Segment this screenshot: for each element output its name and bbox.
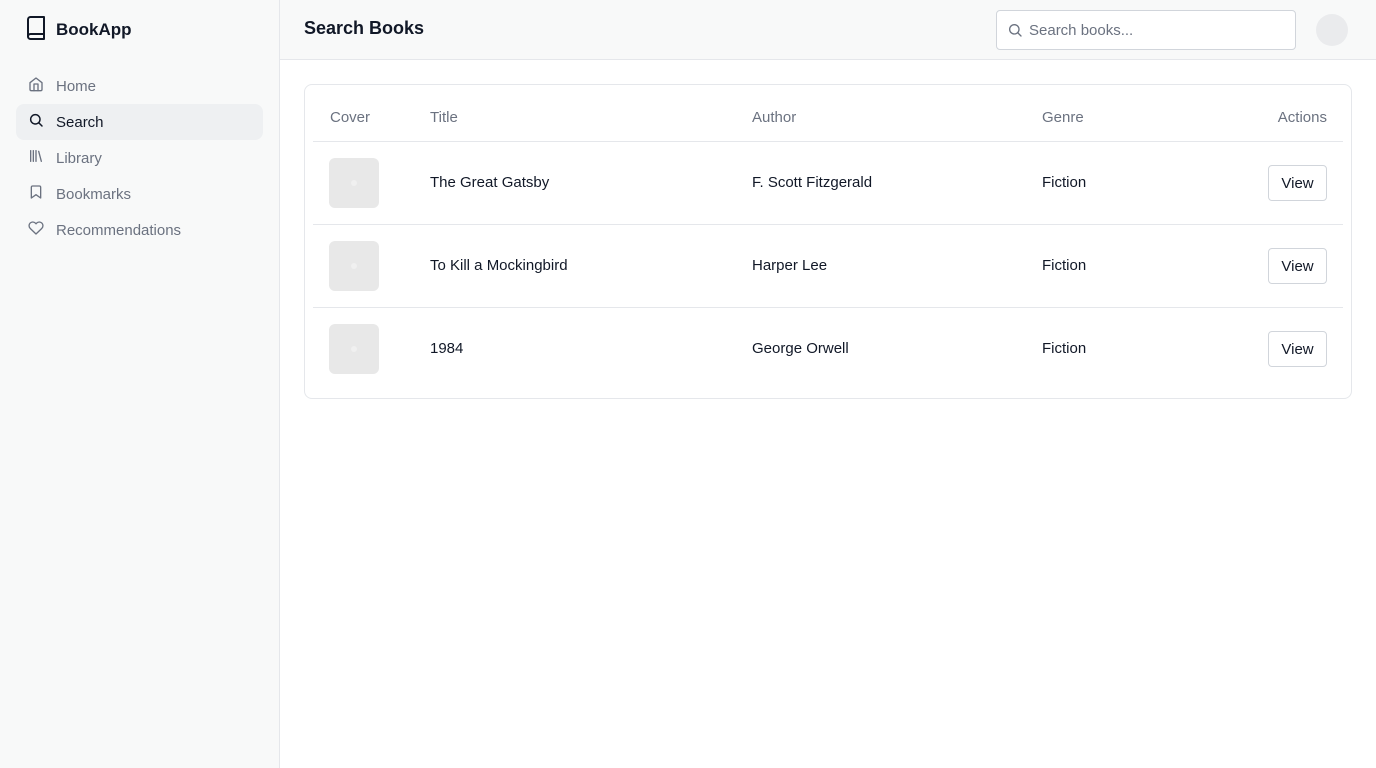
book-cover bbox=[329, 241, 379, 291]
column-header-title: Title bbox=[430, 109, 458, 126]
sidebar-item-label: Home bbox=[56, 77, 97, 95]
sidebar-item-label: Library bbox=[56, 149, 102, 167]
book-genre: Fiction bbox=[1042, 340, 1087, 357]
sidebar-item-label: Search bbox=[56, 113, 104, 131]
book-icon bbox=[26, 15, 46, 45]
sidebar-item-library[interactable]: Library bbox=[16, 140, 263, 176]
library-icon bbox=[28, 148, 44, 168]
sidebar-item-recommendations[interactable]: Recommendations bbox=[16, 212, 263, 248]
table-row: 1984 George Orwell Fiction View bbox=[313, 308, 1343, 391]
page-title: Search Books bbox=[304, 18, 425, 38]
view-button[interactable]: View bbox=[1268, 248, 1327, 284]
book-cover bbox=[329, 324, 379, 374]
table-header: Cover Title Author Genre Actions bbox=[313, 85, 1343, 142]
sidebar-item-label: Bookmarks bbox=[56, 185, 132, 203]
book-genre: Fiction bbox=[1042, 257, 1087, 274]
results-table: Cover Title Author Genre Actions The Gre… bbox=[304, 84, 1352, 399]
book-author: George Orwell bbox=[752, 340, 849, 357]
column-header-actions: Actions bbox=[1277, 109, 1327, 126]
view-button[interactable]: View bbox=[1268, 165, 1327, 201]
column-header-genre: Genre bbox=[1042, 109, 1084, 126]
top-bar: Search Books bbox=[280, 0, 1376, 60]
home-icon bbox=[28, 76, 44, 96]
book-genre: Fiction bbox=[1042, 174, 1087, 191]
sidebar-item-bookmarks[interactable]: Bookmarks bbox=[16, 176, 263, 212]
book-title: To Kill a Mockingbird bbox=[430, 257, 568, 274]
table-row: To Kill a Mockingbird Harper Lee Fiction… bbox=[313, 225, 1343, 308]
book-cover bbox=[329, 158, 379, 208]
heart-icon bbox=[28, 220, 44, 240]
sidebar-item-home[interactable]: Home bbox=[16, 68, 263, 104]
sidebar: BookApp Home Search Library Bookmarks Re… bbox=[0, 0, 280, 768]
bookmark-icon bbox=[28, 184, 44, 204]
book-author: Harper Lee bbox=[752, 257, 828, 274]
search-box[interactable] bbox=[996, 10, 1296, 50]
brand-name: BookApp bbox=[56, 20, 132, 39]
book-title: The Great Gatsby bbox=[430, 174, 550, 191]
sidebar-item-search[interactable]: Search bbox=[16, 104, 263, 140]
sidebar-item-label: Recommendations bbox=[56, 221, 182, 239]
search-icon bbox=[28, 112, 44, 132]
sidebar-nav: Home Search Library Bookmarks Recommenda… bbox=[16, 68, 263, 248]
brand[interactable]: BookApp bbox=[26, 15, 132, 45]
table-row: The Great Gatsby F. Scott Fitzgerald Fic… bbox=[313, 142, 1343, 225]
book-author: F. Scott Fitzgerald bbox=[752, 174, 873, 191]
book-title: 1984 bbox=[430, 340, 464, 357]
view-button[interactable]: View bbox=[1268, 331, 1327, 367]
avatar[interactable] bbox=[1316, 14, 1348, 46]
column-header-cover: Cover bbox=[330, 109, 371, 126]
search-input[interactable] bbox=[1029, 11, 1289, 49]
column-header-author: Author bbox=[752, 109, 797, 126]
